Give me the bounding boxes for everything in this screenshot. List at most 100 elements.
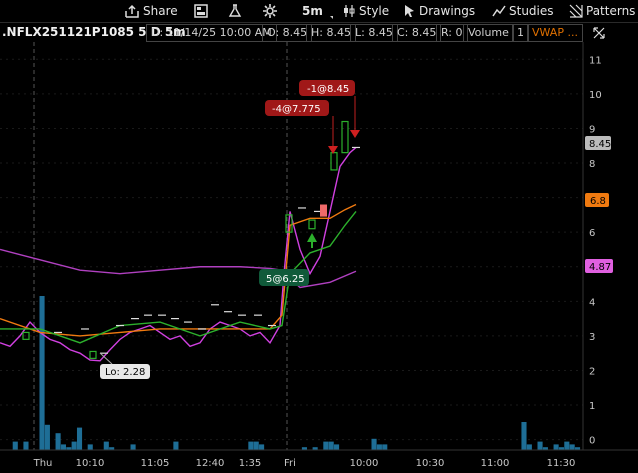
volume-bar	[521, 422, 527, 450]
volume-bar	[334, 444, 340, 450]
style-menu[interactable]: Style	[342, 2, 389, 20]
volume-label: Volume	[463, 24, 514, 42]
y-tick-label: 4	[589, 297, 595, 308]
studies-menu[interactable]: Studies	[492, 2, 554, 20]
volume-bar	[564, 441, 570, 450]
patterns-label: Patterns	[586, 4, 636, 18]
candlestick-icon	[344, 5, 355, 17]
x-tick-label: 11:05	[141, 458, 170, 469]
volume-bar	[376, 444, 382, 450]
last-price-text: 8.45	[589, 139, 611, 150]
price-chart[interactable]: 01234567891011 Thu10:1011:0512:401:35Fri…	[0, 42, 638, 473]
interval-selector[interactable]: 5m	[302, 2, 333, 20]
flexible-grid-button[interactable]	[194, 2, 208, 20]
y-tick-label: 3	[589, 332, 595, 343]
volume-bar	[382, 444, 388, 450]
x-tick-label: 11:30	[547, 458, 576, 469]
volume-bar	[23, 441, 29, 450]
volume-bar	[173, 441, 179, 450]
y-tick-label: 6	[589, 228, 595, 239]
drawings-label: Drawings	[419, 4, 476, 18]
candle-box	[308, 219, 316, 230]
candle-box	[341, 120, 349, 154]
x-tick-label: Thu	[33, 458, 53, 469]
study-lines	[0, 146, 357, 362]
volume-bar	[44, 424, 50, 450]
y-tick-label: 10	[589, 90, 602, 101]
volume-bar	[130, 444, 136, 450]
interval-label: 5m	[302, 4, 323, 18]
share-button[interactable]: Share	[124, 2, 178, 20]
patterns-menu[interactable]: Patterns	[569, 2, 635, 20]
close-field: C: 8.45	[392, 24, 442, 42]
grid-icon	[194, 4, 208, 18]
x-tick-label: 11:00	[481, 458, 510, 469]
volume-bar	[55, 433, 61, 450]
candle-box	[89, 350, 97, 359]
vwap-study-label[interactable]: VWAP ...	[527, 24, 583, 42]
chart-grid	[0, 58, 583, 441]
volume-bar	[323, 441, 329, 450]
volume-bar	[12, 441, 18, 450]
x-axis-ticks: Thu 10:10 11:05 12:40 1:35 Fri 10:00 10:30 11:00…	[33, 458, 576, 469]
y-axis-ticks: 01234567891011	[589, 55, 602, 446]
x-tick-label: 1:35	[239, 458, 261, 469]
candle-box	[330, 152, 338, 171]
x-tick-label: 12:40	[196, 458, 225, 469]
purple-vwap-text: 4.87	[589, 262, 611, 273]
volume-bar	[87, 444, 93, 450]
buy-order-text: 5@6.25	[266, 274, 305, 285]
drawings-menu[interactable]: Drawings	[404, 2, 475, 20]
open-field: O: 8.45	[262, 24, 313, 42]
expand-collapse-icon[interactable]	[592, 26, 606, 40]
x-tick-label: 10:30	[416, 458, 445, 469]
gear-icon	[263, 4, 277, 18]
low-field: L: 8.45	[350, 24, 398, 42]
date-field: D: 11/14/25 10:00 AM	[146, 24, 277, 42]
x-tick-label: 10:10	[76, 458, 105, 469]
style-label: Style	[359, 4, 390, 18]
volume-bars	[12, 296, 581, 450]
volume-bar	[39, 296, 45, 450]
settings-button[interactable]	[263, 2, 277, 20]
volume-bar	[553, 444, 559, 450]
y-tick-label: 1	[589, 401, 595, 412]
volume-bar	[259, 444, 265, 450]
volume-bar	[60, 444, 67, 450]
studies-icon	[492, 5, 506, 17]
cursor-icon	[405, 5, 414, 17]
y-tick-label: 8	[589, 159, 595, 170]
sell-arrow-icon	[350, 130, 360, 138]
sell-order-text-2: -4@7.775	[272, 104, 321, 115]
volume-bar	[569, 444, 575, 450]
volume-bar	[71, 441, 77, 450]
flask-icon	[228, 4, 242, 17]
volume-bar	[537, 441, 543, 450]
y-tick-label: 2	[589, 366, 595, 377]
y-tick-label: 9	[589, 124, 595, 135]
orange-ma-text: 6.8	[590, 196, 606, 207]
top-toolbar: Share 5m Style Drawings Studies Patterns	[0, 0, 638, 22]
low-label-text: Lo: 2.28	[105, 367, 145, 378]
candle-red	[320, 204, 327, 217]
x-tick-label: 10:00	[350, 458, 379, 469]
x-tick-label: Fri	[284, 458, 296, 469]
y-tick-label: 0	[589, 436, 595, 447]
share-icon	[125, 4, 139, 18]
sell-order-text-1: -1@8.45	[307, 84, 349, 95]
volume-bar	[526, 444, 532, 450]
patterns-icon	[569, 4, 583, 18]
volume-bar	[328, 441, 334, 450]
quote-info-bar: .NFLX251121P1085 5 D 5m D: 11/14/25 10:0…	[0, 22, 638, 42]
volume-bar	[76, 427, 83, 450]
chevron-down-icon	[329, 16, 333, 19]
high-field: H: 8.45	[306, 24, 356, 42]
volume-bar	[371, 438, 377, 450]
buy-arrow-icon	[307, 233, 317, 242]
studies-label: Studies	[509, 4, 554, 18]
volume-bar	[103, 441, 109, 450]
studies-lab-button[interactable]	[228, 2, 242, 20]
volume-bar	[253, 441, 259, 450]
y-tick-label: 11	[589, 55, 602, 66]
share-label: Share	[143, 4, 178, 18]
